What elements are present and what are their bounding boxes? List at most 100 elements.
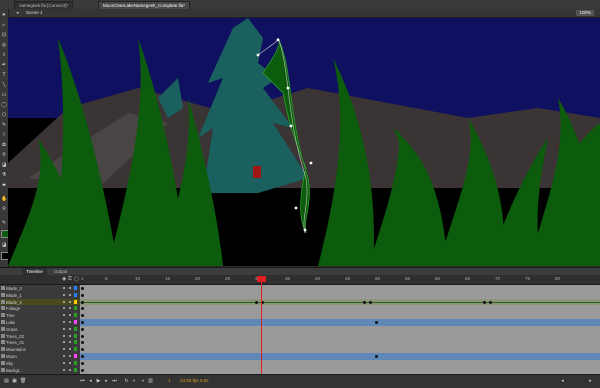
visibility-toggle[interactable] [63, 307, 65, 310]
back-arrow-icon[interactable]: ◂ [16, 10, 19, 16]
lock-toggle[interactable] [69, 307, 71, 310]
visibility-toggle[interactable] [63, 361, 65, 364]
layer-color-swatch[interactable] [74, 292, 77, 297]
keyframe[interactable] [81, 355, 84, 358]
last-frame-icon[interactable]: ⏭ [112, 379, 117, 384]
line-tool-icon[interactable]: ╲ [1, 82, 7, 88]
polystar-tool-icon[interactable]: ⬡ [1, 112, 7, 118]
eye-icon[interactable]: ◉ [62, 276, 66, 282]
brush-tool-icon[interactable]: ⌇ [1, 132, 7, 138]
keyframe[interactable] [81, 327, 84, 331]
lasso-tool-icon[interactable]: ℓ [1, 52, 7, 58]
layer-color-swatch[interactable] [74, 326, 77, 331]
lock-icon[interactable]: ⚿ [68, 276, 72, 282]
lock-toggle[interactable] [69, 361, 71, 364]
keyframe[interactable] [81, 334, 84, 338]
rectangle-tool-icon[interactable]: ▭ [1, 92, 7, 98]
playhead-line[interactable] [261, 276, 262, 374]
visibility-toggle[interactable] [63, 368, 65, 371]
visibility-toggle[interactable] [63, 348, 65, 351]
zoom-tool-icon[interactable]: ⚲ [1, 206, 7, 212]
layer-color-swatch[interactable] [74, 340, 77, 345]
scroll-left-icon[interactable]: ◂ [560, 379, 565, 384]
play-icon[interactable]: ▶ [96, 379, 101, 384]
layer-name[interactable]: Backgr... [6, 367, 44, 374]
visibility-toggle[interactable] [63, 314, 65, 317]
path-point[interactable] [309, 161, 313, 165]
keyframe[interactable] [81, 368, 84, 372]
visibility-toggle[interactable] [63, 300, 65, 303]
zoom-dropdown[interactable]: 100% [576, 10, 594, 16]
lock-toggle[interactable] [69, 355, 71, 357]
keyframe[interactable] [81, 287, 84, 290]
keyframe[interactable] [363, 300, 366, 304]
subselection-tool-icon[interactable]: ▹ [1, 22, 7, 28]
outline-icon[interactable]: ▢ [74, 276, 79, 282]
visibility-toggle[interactable] [63, 287, 65, 289]
scroll-right-icon[interactable]: ▸ [588, 379, 593, 384]
timeline-frame-header[interactable]: ◉ ⚿ ▢ 15101520253035404550556065707580 [0, 275, 600, 285]
new-layer-icon[interactable]: ▤ [4, 379, 9, 384]
path-point[interactable] [276, 38, 280, 42]
keyframe[interactable] [483, 300, 486, 304]
fill-color-icon[interactable]: ◪ [1, 242, 7, 248]
keyframe[interactable] [81, 300, 84, 304]
path-point[interactable] [286, 86, 290, 90]
step-forward-icon[interactable]: ▸ [104, 379, 109, 384]
layer-color-swatch[interactable] [74, 360, 77, 365]
edit-multiple-frames-icon[interactable]: ▥ [148, 379, 153, 384]
visibility-toggle[interactable] [63, 355, 65, 357]
visibility-toggle[interactable] [63, 334, 65, 337]
keyframe[interactable] [489, 300, 492, 304]
hand-tool-icon[interactable]: ✋ [1, 196, 7, 202]
new-folder-icon[interactable]: ▣ [12, 379, 17, 384]
lock-toggle[interactable] [69, 300, 71, 303]
eyedropper-tool-icon[interactable]: ⚗ [1, 172, 7, 178]
keyframe[interactable] [375, 355, 378, 358]
onion-outline-icon[interactable]: ◑ [140, 379, 145, 384]
layer-color-swatch[interactable] [74, 320, 77, 324]
deco-tool-icon[interactable]: ✿ [1, 142, 7, 148]
onion-skin-icon[interactable]: ◐ [132, 379, 137, 384]
keyframe[interactable] [81, 307, 84, 311]
layer-color-swatch[interactable] [74, 306, 77, 311]
pen-tool-icon[interactable]: ✒ [1, 62, 7, 68]
keyframe[interactable] [255, 300, 258, 304]
lock-toggle[interactable] [69, 321, 71, 323]
path-point[interactable] [289, 124, 293, 128]
keyframe[interactable] [81, 348, 84, 352]
visibility-toggle[interactable] [63, 341, 65, 344]
loop-icon[interactable]: ↻ [124, 379, 129, 384]
eraser-tool-icon[interactable]: ▰ [1, 182, 7, 188]
layer-color-swatch[interactable] [74, 367, 77, 372]
stage-canvas[interactable] [8, 18, 600, 266]
keyframe[interactable] [81, 314, 84, 318]
layer-color-swatch[interactable] [74, 354, 77, 358]
current-frame[interactable]: 1 [168, 378, 171, 383]
path-point[interactable] [256, 53, 260, 57]
visibility-toggle[interactable] [63, 293, 65, 296]
layer-color-swatch[interactable] [74, 299, 77, 304]
lock-toggle[interactable] [69, 348, 71, 351]
delete-layer-icon[interactable]: 🗑 [20, 379, 26, 384]
lock-toggle[interactable] [69, 293, 71, 296]
keyframe[interactable] [81, 293, 84, 297]
keyframe[interactable] [369, 300, 372, 304]
lock-toggle[interactable] [69, 327, 71, 330]
paint-bucket-tool-icon[interactable]: ◪ [1, 162, 7, 168]
keyframe[interactable] [375, 321, 378, 324]
lock-toggle[interactable] [69, 341, 71, 344]
oval-tool-icon[interactable]: ◯ [1, 102, 7, 108]
fps[interactable]: 24.00 fps [180, 378, 199, 383]
layer-color-swatch[interactable] [74, 333, 77, 338]
layer-color-swatch[interactable] [74, 286, 77, 290]
visibility-toggle[interactable] [63, 321, 65, 323]
free-transform-tool-icon[interactable]: ⊡ [1, 32, 7, 38]
visibility-toggle[interactable] [63, 327, 65, 330]
scene-label[interactable]: Scene 1 [26, 9, 43, 17]
path-point[interactable] [303, 228, 307, 232]
text-tool-icon[interactable]: T [1, 72, 7, 78]
bone-tool-icon[interactable]: ⚲ [1, 152, 7, 158]
pencil-tool-icon[interactable]: ✎ [1, 122, 7, 128]
step-back-icon[interactable]: ◂ [88, 379, 93, 384]
